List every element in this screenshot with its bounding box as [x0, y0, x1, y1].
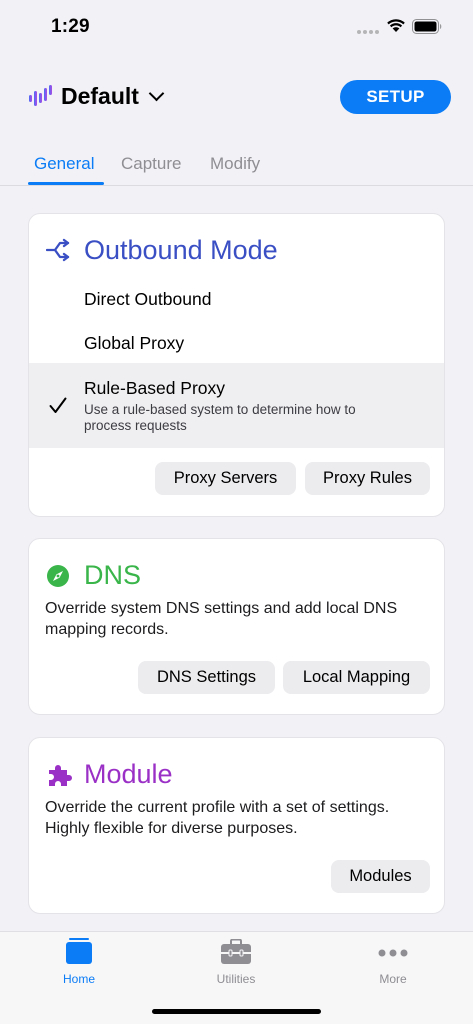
modules-button[interactable]: Modules: [331, 860, 430, 893]
module-card: Module Override the current profile with…: [28, 737, 445, 914]
module-description: Override the current profile with a set …: [45, 799, 390, 837]
status-bar: 1:29: [0, 0, 473, 54]
puzzle-piece-icon: [49, 765, 72, 786]
tabbar-label: Utilities: [216, 972, 256, 986]
tab-general[interactable]: General: [34, 154, 94, 174]
profile-name: Default: [61, 83, 139, 109]
chevron-down-icon: [148, 85, 165, 102]
mode-direct-outbound[interactable]: Direct Outbound: [29, 276, 444, 320]
home-indicator: [152, 1009, 321, 1014]
module-title: Module: [84, 759, 173, 789]
split-arrow-icon: [46, 238, 70, 262]
home-icon: [66, 938, 92, 964]
outbound-mode-title: Outbound Mode: [84, 235, 278, 265]
segment-tabs: General Capture Modify: [0, 148, 473, 186]
outbound-mode-card: Outbound Mode Direct Outbound Global Pro…: [28, 213, 445, 517]
setup-button[interactable]: SETUP: [340, 80, 451, 114]
proxy-rules-button[interactable]: Proxy Rules: [305, 462, 430, 495]
tabbar-more[interactable]: More: [333, 932, 453, 992]
checkmark-icon: [49, 397, 67, 413]
mode-label: Rule-Based Proxy: [84, 378, 226, 398]
mode-description: Use a rule-based system to determine how…: [84, 402, 356, 433]
more-icon: [378, 949, 408, 957]
logo-icon: [29, 85, 52, 106]
local-mapping-button[interactable]: Local Mapping: [283, 661, 430, 694]
wifi-icon: [387, 19, 405, 32]
header: Default SETUP: [0, 78, 473, 118]
active-tab-indicator: [28, 182, 104, 185]
tabbar-label: More: [379, 972, 407, 986]
tabbar-utilities[interactable]: Utilities: [176, 932, 296, 992]
mode-label: Global Proxy: [84, 333, 185, 353]
dns-description: Override system DNS settings and add loc…: [45, 600, 398, 638]
tab-modify[interactable]: Modify: [210, 154, 260, 174]
mode-global-proxy[interactable]: Global Proxy: [29, 320, 444, 364]
tabbar-home[interactable]: Home: [19, 932, 139, 992]
battery-icon: [412, 19, 442, 34]
mode-rule-based-proxy[interactable]: Rule-Based Proxy Use a rule-based system…: [29, 363, 444, 448]
proxy-servers-button[interactable]: Proxy Servers: [155, 462, 296, 495]
dns-card: DNS Override system DNS settings and add…: [28, 538, 445, 715]
tabbar-label: Home: [62, 972, 95, 986]
tab-capture[interactable]: Capture: [121, 154, 181, 174]
compass-icon: [47, 565, 69, 587]
mode-label: Direct Outbound: [84, 289, 212, 309]
profile-selector[interactable]: Default: [61, 83, 165, 110]
dns-settings-button[interactable]: DNS Settings: [138, 661, 275, 694]
status-time: 1:29: [51, 16, 90, 37]
toolbox-icon: [221, 939, 251, 964]
cellular-signal-icon: [357, 30, 379, 34]
dns-title: DNS: [84, 560, 142, 590]
